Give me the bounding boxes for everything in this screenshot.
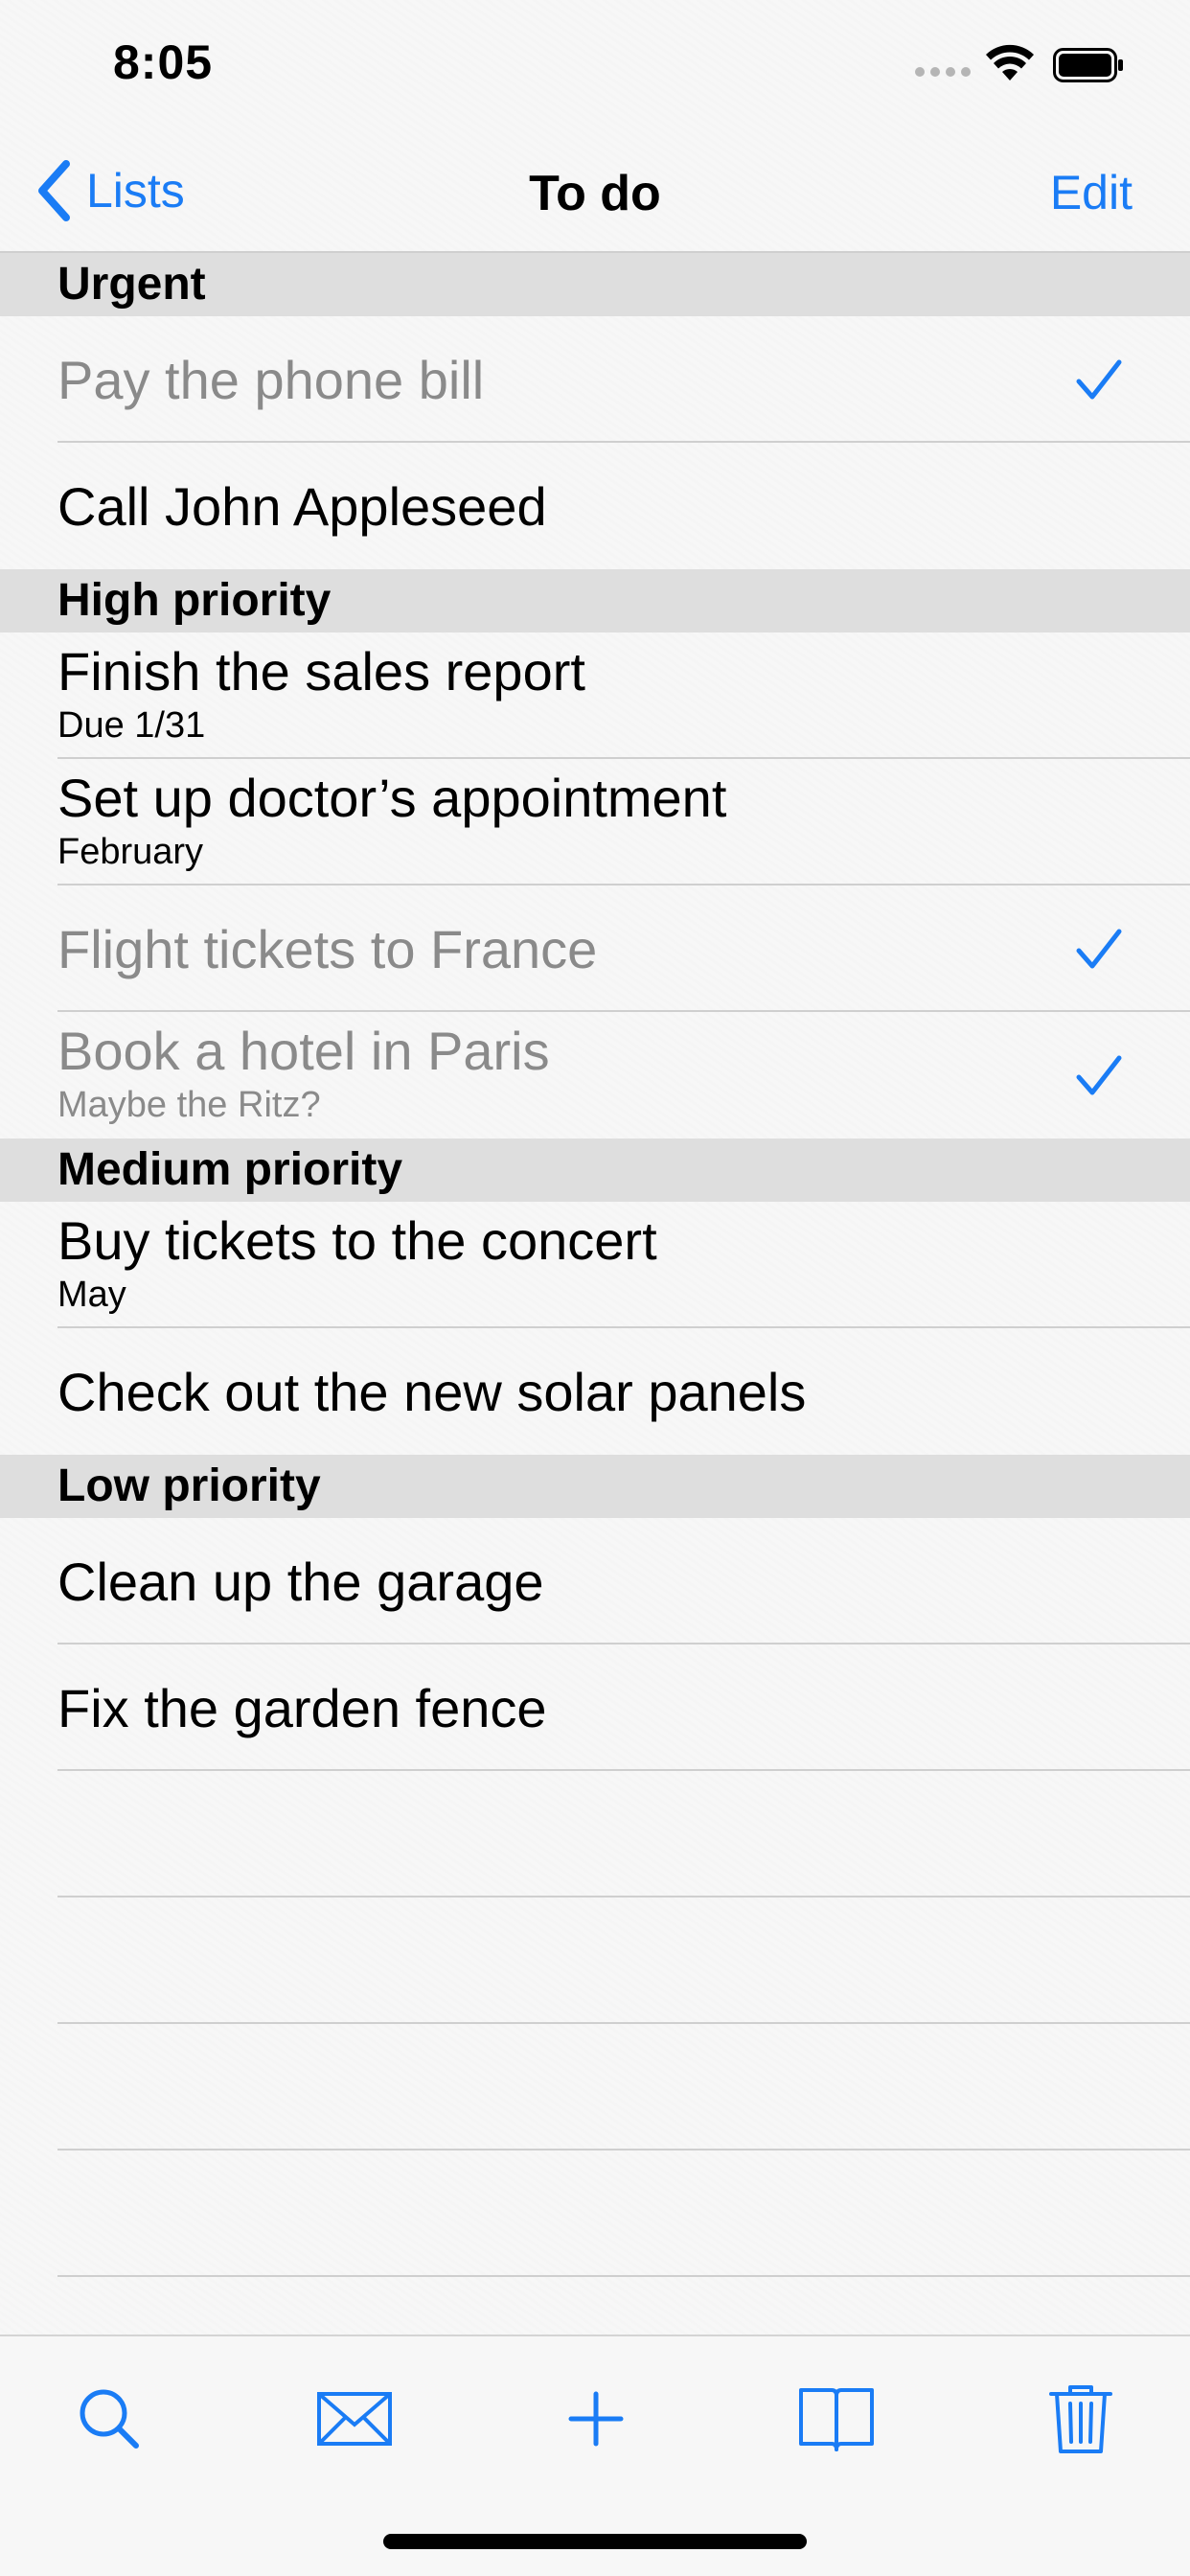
item-subtitle: Due 1/31: [57, 705, 206, 746]
section-header-high-priority: High priority: [0, 569, 1190, 632]
item-title: Pay the phone bill: [57, 350, 485, 410]
checkmark-icon: [1076, 359, 1122, 400]
item-subtitle: Maybe the Ritz?: [57, 1085, 321, 1125]
item-title: Buy tickets to the concert: [57, 1210, 657, 1271]
todo-list: Urgent Pay the phone bill Call John Appl…: [0, 253, 1190, 2277]
page-title: To do: [529, 166, 661, 221]
item-subtitle: February: [57, 832, 204, 872]
screen: 8:05 Lists To do Edit Urgent Pay the pho…: [0, 0, 1190, 2576]
mail-icon: [317, 2392, 392, 2446]
search-icon: [80, 2389, 139, 2449]
battery-icon: [1053, 48, 1123, 82]
checkmark-icon: [1076, 929, 1122, 969]
list-item[interactable]: Book a hotel in Paris Maybe the Ritz?: [0, 1012, 1190, 1138]
list-item[interactable]: Flight tickets to France: [0, 886, 1190, 1012]
item-subtitle: May: [57, 1275, 126, 1315]
list-item[interactable]: Check out the new solar panels: [0, 1328, 1190, 1455]
item-title: Set up doctor’s appointment: [57, 768, 727, 828]
home-indicator[interactable]: [383, 2534, 807, 2549]
item-title: Finish the sales report: [57, 641, 585, 702]
wifi-icon: [986, 44, 1034, 80]
empty-row: [0, 2024, 1190, 2150]
mail-button[interactable]: [311, 2380, 398, 2457]
item-title: Book a hotel in Paris: [57, 1021, 550, 1081]
empty-row: [0, 2150, 1190, 2277]
bookmarks-button[interactable]: [793, 2380, 880, 2457]
item-title: Flight tickets to France: [57, 919, 598, 979]
item-title: Clean up the garage: [57, 1552, 544, 1612]
search-button[interactable]: [67, 2380, 153, 2457]
empty-row: [0, 1771, 1190, 1898]
list-item[interactable]: Clean up the garage: [0, 1518, 1190, 1644]
navigation-bar: Lists To do Edit: [0, 126, 1190, 253]
list-item[interactable]: Set up doctor’s appointment February: [0, 759, 1190, 886]
section-header-low-priority: Low priority: [0, 1455, 1190, 1518]
list-item[interactable]: Pay the phone bill: [0, 316, 1190, 443]
item-title: Fix the garden fence: [57, 1678, 547, 1738]
trash-icon: [1049, 2385, 1112, 2453]
trash-button[interactable]: [1038, 2380, 1124, 2457]
list-item[interactable]: Buy tickets to the concert May: [0, 1202, 1190, 1328]
edit-button[interactable]: Edit: [1050, 165, 1133, 220]
list-item[interactable]: Fix the garden fence: [0, 1644, 1190, 1771]
status-time: 8:05: [113, 35, 214, 89]
status-bar: 8:05: [0, 0, 1190, 126]
add-button[interactable]: [553, 2380, 639, 2457]
checkmark-icon: [1076, 1055, 1122, 1095]
book-icon: [799, 2388, 874, 2451]
list-item[interactable]: Finish the sales report Due 1/31: [0, 632, 1190, 759]
item-title: Call John Appleseed: [57, 476, 547, 537]
section-header-urgent: Urgent: [0, 253, 1190, 316]
empty-row: [0, 1898, 1190, 2024]
item-title: Check out the new solar panels: [57, 1362, 807, 1422]
cellular-signal-icon: [915, 67, 973, 79]
add-icon: [568, 2391, 624, 2447]
list-item[interactable]: Call John Appleseed: [0, 443, 1190, 569]
section-header-medium-priority: Medium priority: [0, 1138, 1190, 1202]
